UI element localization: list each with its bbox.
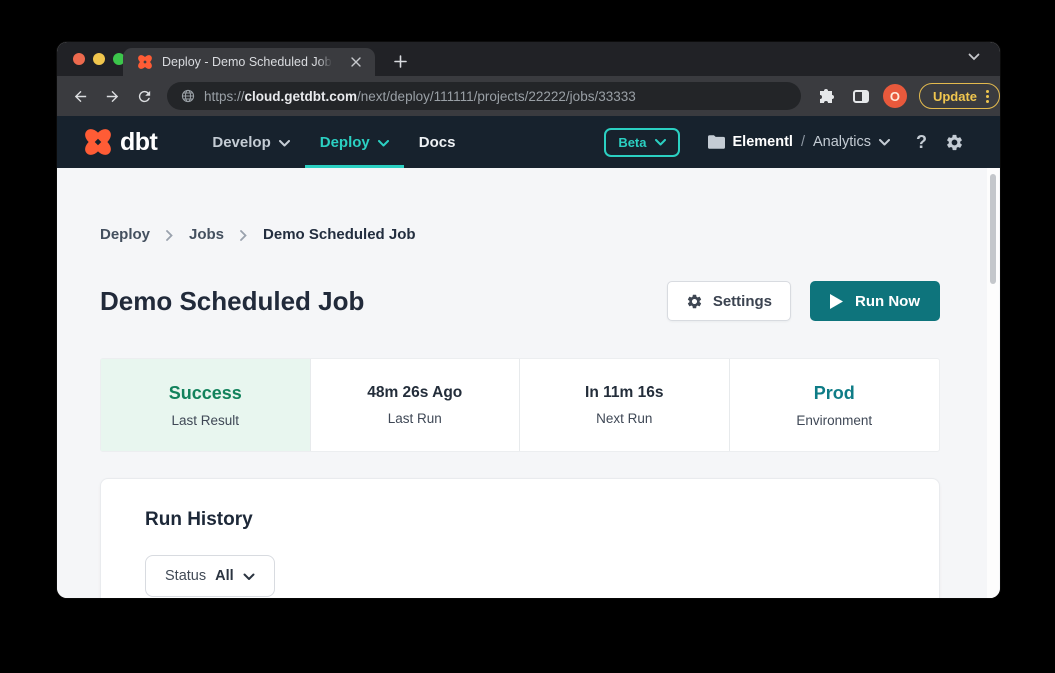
run-history-card: Run History Status All	[100, 478, 940, 598]
nav-item-docs[interactable]: Docs	[404, 116, 471, 168]
job-stats-bar: Success Last Result 48m 26s Ago Last Run…	[100, 358, 940, 452]
window-controls	[73, 53, 125, 65]
chevron-down-icon	[378, 140, 389, 147]
help-button[interactable]: ?	[916, 132, 927, 153]
stat-label: Last Result	[171, 413, 239, 428]
dbt-wordmark: dbt	[120, 128, 157, 157]
project-name: Analytics	[813, 134, 871, 150]
stat-last-result: Success Last Result	[101, 359, 311, 451]
browser-tab[interactable]: Deploy - Demo Scheduled Job	[123, 48, 375, 76]
primary-nav: Develop Deploy Docs	[197, 116, 470, 168]
status-filter-dropdown[interactable]: Status All	[145, 555, 275, 597]
update-label: Update	[933, 89, 977, 104]
url-path: /next/deploy/111111/projects/22222/jobs/…	[357, 89, 636, 104]
browser-window: Deploy - Demo Scheduled Job	[57, 42, 1000, 598]
address-bar[interactable]: https://cloud.getdbt.com/next/deploy/111…	[167, 82, 801, 110]
dbt-favicon-icon	[137, 54, 153, 70]
dbt-navbar: dbt Develop Deploy Docs Beta Elementl / …	[57, 116, 1000, 168]
settings-gear-icon[interactable]	[945, 133, 964, 152]
stat-last-run: 48m 26s Ago Last Run	[311, 359, 521, 451]
stat-environment: Prod Environment	[730, 359, 940, 451]
chevron-right-icon	[240, 230, 247, 241]
tab-search-chevron-icon[interactable]	[968, 53, 980, 61]
status-filter-label: Status	[165, 568, 206, 584]
extensions-puzzle-icon[interactable]	[813, 83, 839, 109]
dbt-logo[interactable]: dbt	[83, 127, 157, 157]
dbt-logo-icon	[83, 127, 113, 157]
account-name: Elementl	[733, 134, 793, 150]
tab-title: Deploy - Demo Scheduled Job	[162, 55, 332, 69]
project-selector[interactable]: Elementl / Analytics	[708, 134, 891, 150]
new-tab-button[interactable]	[389, 50, 411, 72]
scrollbar-track[interactable]	[987, 168, 999, 598]
breadcrumb-separator: /	[801, 134, 805, 150]
browser-update-button[interactable]: Update	[919, 83, 1000, 109]
stat-value: Prod	[814, 383, 855, 404]
stat-label: Last Run	[388, 411, 442, 426]
status-filter-value: All	[215, 568, 234, 584]
chevron-down-icon	[879, 139, 890, 146]
close-window-button[interactable]	[73, 53, 85, 65]
chevron-down-icon	[243, 573, 255, 581]
title-row: Demo Scheduled Job Settings Run Now	[100, 281, 940, 321]
stat-label: Environment	[796, 413, 872, 428]
beta-label: Beta	[618, 135, 646, 150]
toolbar-right-group: O Update	[813, 83, 1000, 109]
stat-label: Next Run	[596, 411, 652, 426]
tab-strip: Deploy - Demo Scheduled Job	[57, 42, 1000, 76]
breadcrumb-item-deploy[interactable]: Deploy	[100, 226, 150, 243]
breadcrumb-item-current: Demo Scheduled Job	[263, 226, 416, 243]
run-history-title: Run History	[145, 509, 939, 531]
profile-avatar[interactable]: O	[883, 84, 907, 108]
settings-button[interactable]: Settings	[667, 281, 791, 321]
page-title: Demo Scheduled Job	[100, 286, 364, 317]
url-host: cloud.getdbt.com	[245, 89, 358, 104]
tab-close-icon[interactable]	[347, 53, 365, 71]
gear-icon	[686, 293, 703, 310]
nav-item-develop[interactable]: Develop	[197, 116, 304, 168]
breadcrumb: Deploy Jobs Demo Scheduled Job	[100, 226, 416, 243]
url-text: https://cloud.getdbt.com/next/deploy/111…	[204, 89, 636, 104]
minimize-window-button[interactable]	[93, 53, 105, 65]
play-icon	[830, 294, 843, 309]
url-scheme: https://	[204, 89, 245, 104]
back-button[interactable]	[67, 83, 93, 109]
folder-icon	[708, 135, 725, 149]
nav-item-deploy[interactable]: Deploy	[305, 116, 404, 168]
chevron-down-icon	[279, 140, 290, 147]
chevron-right-icon	[166, 230, 173, 241]
reload-button[interactable]	[131, 83, 157, 109]
chevron-down-icon	[655, 139, 666, 146]
breadcrumb-item-jobs[interactable]: Jobs	[189, 226, 224, 243]
stat-value: In 11m 16s	[585, 384, 663, 402]
stat-value: 48m 26s Ago	[367, 384, 462, 402]
page-content: Deploy Jobs Demo Scheduled Job Demo Sche…	[57, 168, 1000, 598]
side-panel-icon[interactable]	[848, 83, 874, 109]
beta-selector[interactable]: Beta	[604, 128, 679, 157]
browser-toolbar: https://cloud.getdbt.com/next/deploy/111…	[57, 76, 1000, 116]
run-now-button[interactable]: Run Now	[810, 281, 940, 321]
stat-next-run: In 11m 16s Next Run	[520, 359, 730, 451]
forward-button[interactable]	[99, 83, 125, 109]
scrollbar-thumb[interactable]	[990, 174, 996, 284]
stat-value: Success	[169, 383, 242, 404]
site-info-globe-icon[interactable]	[181, 89, 195, 103]
browser-menu-kebab-icon[interactable]	[986, 90, 989, 103]
